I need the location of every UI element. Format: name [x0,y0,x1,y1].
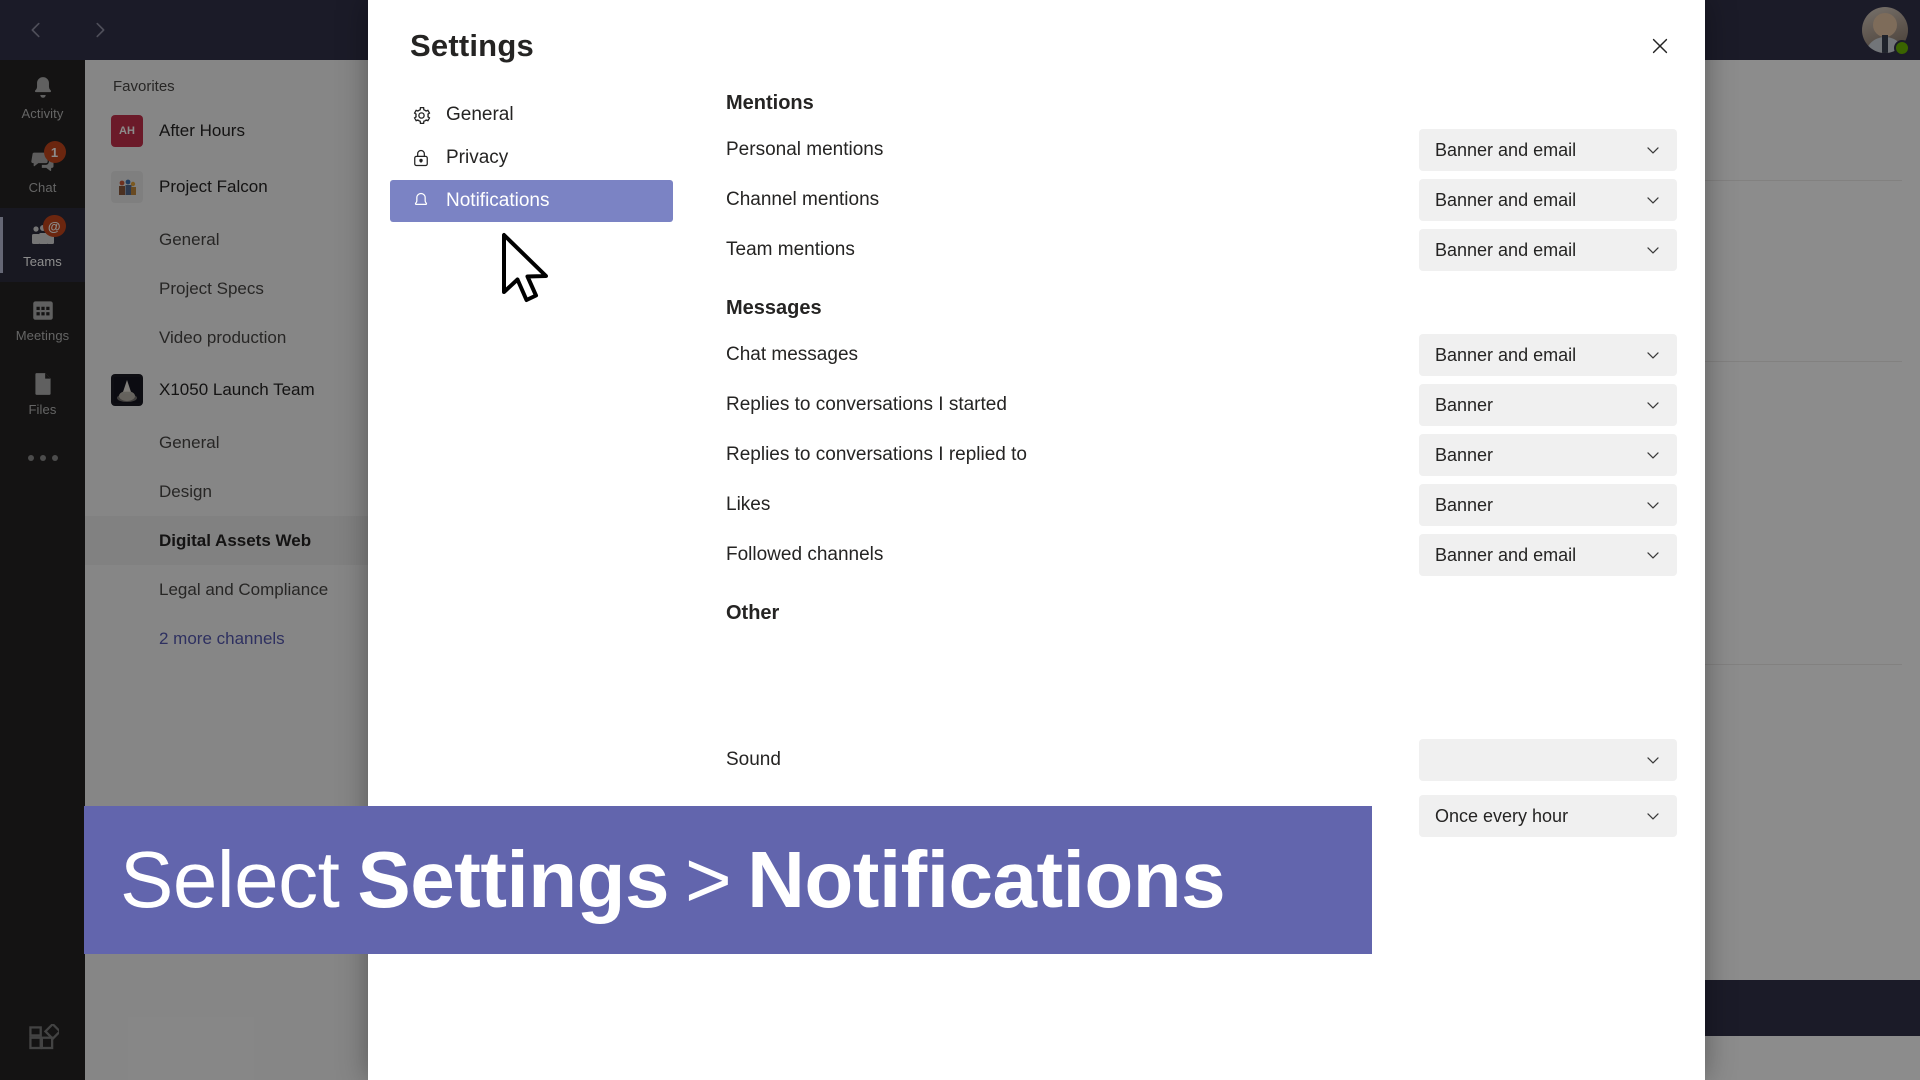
setting-row-personal-mentions: Personal mentions Banner and email [726,125,1677,175]
settings-nav-label: Notifications [446,190,550,211]
dropdown-value: Banner [1435,444,1494,465]
bell-icon [410,190,432,212]
settings-nav-label: General [446,104,514,125]
teams-app-window: es ASAP and get back n where you can acc… [0,0,1920,1080]
chevron-down-icon [1643,140,1663,160]
caption-pre: Select [120,835,340,924]
dropdown-channel-mentions[interactable]: Banner and email [1419,179,1677,221]
settings-nav: General Privacy Notifications [390,94,673,222]
dropdown-replies-replied[interactable]: Banner [1419,434,1677,476]
caption-bold-notifications: Notifications [747,835,1226,924]
page-title: Settings [410,28,534,63]
group-title-other: Other [726,602,780,624]
setting-label: Sound [726,749,781,770]
setting-row-replies-replied: Replies to conversations I replied to Ba… [726,430,1677,480]
chevron-down-icon [1643,545,1663,565]
dropdown-value: Banner [1435,494,1494,515]
settings-nav-label: Privacy [446,147,509,168]
caption-bold-settings: Settings [357,835,669,924]
setting-row-team-mentions: Team mentions Banner and email [726,225,1677,275]
dropdown-value: Banner [1435,394,1494,415]
dropdown-personal-mentions[interactable]: Banner and email [1419,129,1677,171]
setting-row-replies-started: Replies to conversations I started Banne… [726,380,1677,430]
chevron-down-icon [1643,806,1663,826]
dropdown-value: Banner and email [1435,239,1577,260]
notifications-settings-pane: Mentions Personal mentions Banner and em… [726,92,1677,841]
dropdown-sound[interactable] [1419,739,1677,781]
chevron-down-icon [1643,345,1663,365]
setting-label: Followed channels [726,544,884,565]
setting-label: Replies to conversations I replied to [726,444,1027,465]
settings-nav-item-privacy[interactable]: Privacy [390,137,673,179]
dropdown-likes[interactable]: Banner [1419,484,1677,526]
setting-label: Personal mentions [726,139,884,160]
setting-row-chat-messages: Chat messages Banner and email [726,330,1677,380]
dropdown-value: Banner and email [1435,139,1577,160]
dropdown-team-mentions[interactable]: Banner and email [1419,229,1677,271]
caption-chevron: > [684,835,732,924]
settings-nav-item-general[interactable]: General [390,94,673,136]
dropdown-replies-started[interactable]: Banner [1419,384,1677,426]
gear-icon [410,104,432,126]
setting-label: Replies to conversations I started [726,394,1007,415]
chevron-down-icon [1643,495,1663,515]
setting-label: Team mentions [726,239,855,260]
dropdown-value: Once every hour [1435,805,1569,826]
setting-row-sound: Sound [726,735,1677,785]
chevron-down-icon [1643,395,1663,415]
instruction-banner-text: Select Settings > Notifications [120,840,1226,920]
setting-label: Chat messages [726,344,859,365]
dropdown-value: Banner and email [1435,189,1577,210]
settings-nav-item-notifications[interactable]: Notifications [390,180,673,222]
setting-label: Channel mentions [726,189,880,210]
lock-icon [410,147,432,169]
setting-label: Likes [726,494,771,515]
setting-row-followed-channels: Followed channels Banner and email [726,530,1677,580]
instruction-banner: Select Settings > Notifications [84,806,1372,954]
group-title-messages: Messages [726,297,822,319]
dropdown-value: Banner and email [1435,344,1577,365]
chevron-down-icon [1643,240,1663,260]
close-icon[interactable] [1641,27,1679,65]
dropdown-email-frequency[interactable]: Once every hour [1419,795,1677,837]
dropdown-value: Banner and email [1435,544,1577,565]
group-title-mentions: Mentions [726,92,814,114]
chevron-down-icon [1643,190,1663,210]
dropdown-followed-channels[interactable]: Banner and email [1419,534,1677,576]
setting-row-channel-mentions: Channel mentions Banner and email [726,175,1677,225]
dropdown-chat-messages[interactable]: Banner and email [1419,334,1677,376]
setting-row-likes: Likes Banner [726,480,1677,530]
chevron-down-icon [1643,445,1663,465]
chevron-down-icon [1643,750,1663,770]
